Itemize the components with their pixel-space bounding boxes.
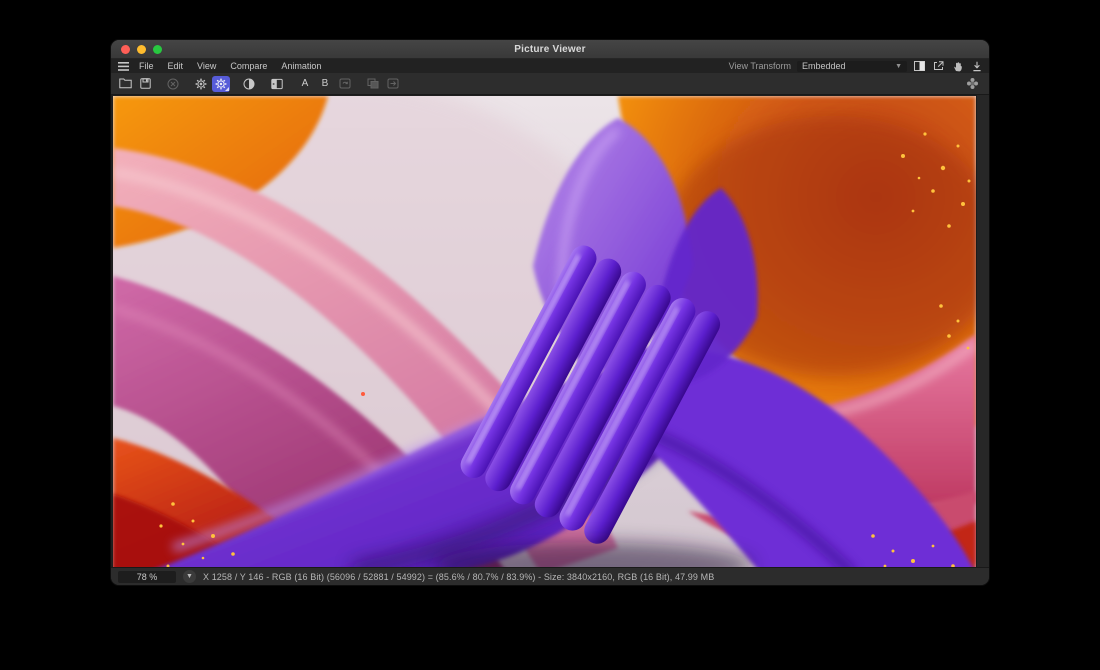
- pixel-info-text: X 1258 / Y 146 - RGB (16 Bit) (56096 / 5…: [203, 572, 714, 582]
- hand-pan-icon[interactable]: [951, 60, 964, 72]
- menu-compare[interactable]: Compare: [223, 61, 274, 71]
- toolbar: A B: [111, 73, 989, 95]
- open-external-icon[interactable]: [932, 60, 945, 72]
- status-bar: 78 % ▼ X 1258 / Y 146 - RGB (16 Bit) (56…: [111, 567, 989, 585]
- set-a-button[interactable]: A: [296, 76, 314, 92]
- viewer-content: [111, 95, 989, 567]
- histogram-gear-button[interactable]: [192, 76, 210, 92]
- zoom-level-field[interactable]: 78 %: [118, 571, 176, 583]
- menu-file[interactable]: File: [132, 61, 161, 71]
- abstract-render-art: [113, 96, 976, 567]
- zoom-button[interactable]: [153, 45, 162, 54]
- picture-viewer-window: Picture Viewer File Edit View Compare An…: [110, 39, 990, 586]
- title-bar: Picture Viewer: [111, 40, 989, 59]
- menu-view[interactable]: View: [190, 61, 223, 71]
- palette-icon[interactable]: [963, 76, 981, 92]
- open-file-button[interactable]: [116, 76, 134, 92]
- view-transform-dropdown[interactable]: Embedded ▼: [797, 61, 907, 72]
- split-view-icon[interactable]: [913, 60, 926, 72]
- view-transform-value: Embedded: [802, 61, 846, 71]
- ab-compare-button[interactable]: [268, 76, 286, 92]
- menu-animation[interactable]: Animation: [274, 61, 328, 71]
- menu-edit[interactable]: Edit: [161, 61, 191, 71]
- contrast-button[interactable]: [240, 76, 258, 92]
- traffic-lights: [121, 45, 162, 54]
- download-dock-icon[interactable]: [970, 60, 983, 72]
- chevron-down-icon: ▼: [186, 573, 193, 580]
- swap-ab-button: [336, 76, 354, 92]
- save-button[interactable]: [136, 76, 154, 92]
- copy-image-button: [364, 76, 382, 92]
- right-scroll-gutter[interactable]: [976, 95, 989, 567]
- chevron-down-icon: ▼: [895, 63, 902, 70]
- hamburger-menu-icon[interactable]: [118, 62, 129, 71]
- export-image-button: [384, 76, 402, 92]
- desktop-background: Picture Viewer File Edit View Compare An…: [0, 0, 1100, 670]
- view-transform-label: View Transform: [729, 61, 791, 71]
- close-button[interactable]: [121, 45, 130, 54]
- zoom-dropdown-button[interactable]: ▼: [183, 570, 196, 583]
- set-b-button[interactable]: B: [316, 76, 334, 92]
- stop-render-button: [164, 76, 182, 92]
- display-settings-gear-button[interactable]: [212, 76, 230, 92]
- menu-bar: File Edit View Compare Animation View Tr…: [111, 59, 989, 73]
- minimize-button[interactable]: [137, 45, 146, 54]
- rendered-image[interactable]: [113, 96, 976, 567]
- window-title: Picture Viewer: [111, 44, 989, 55]
